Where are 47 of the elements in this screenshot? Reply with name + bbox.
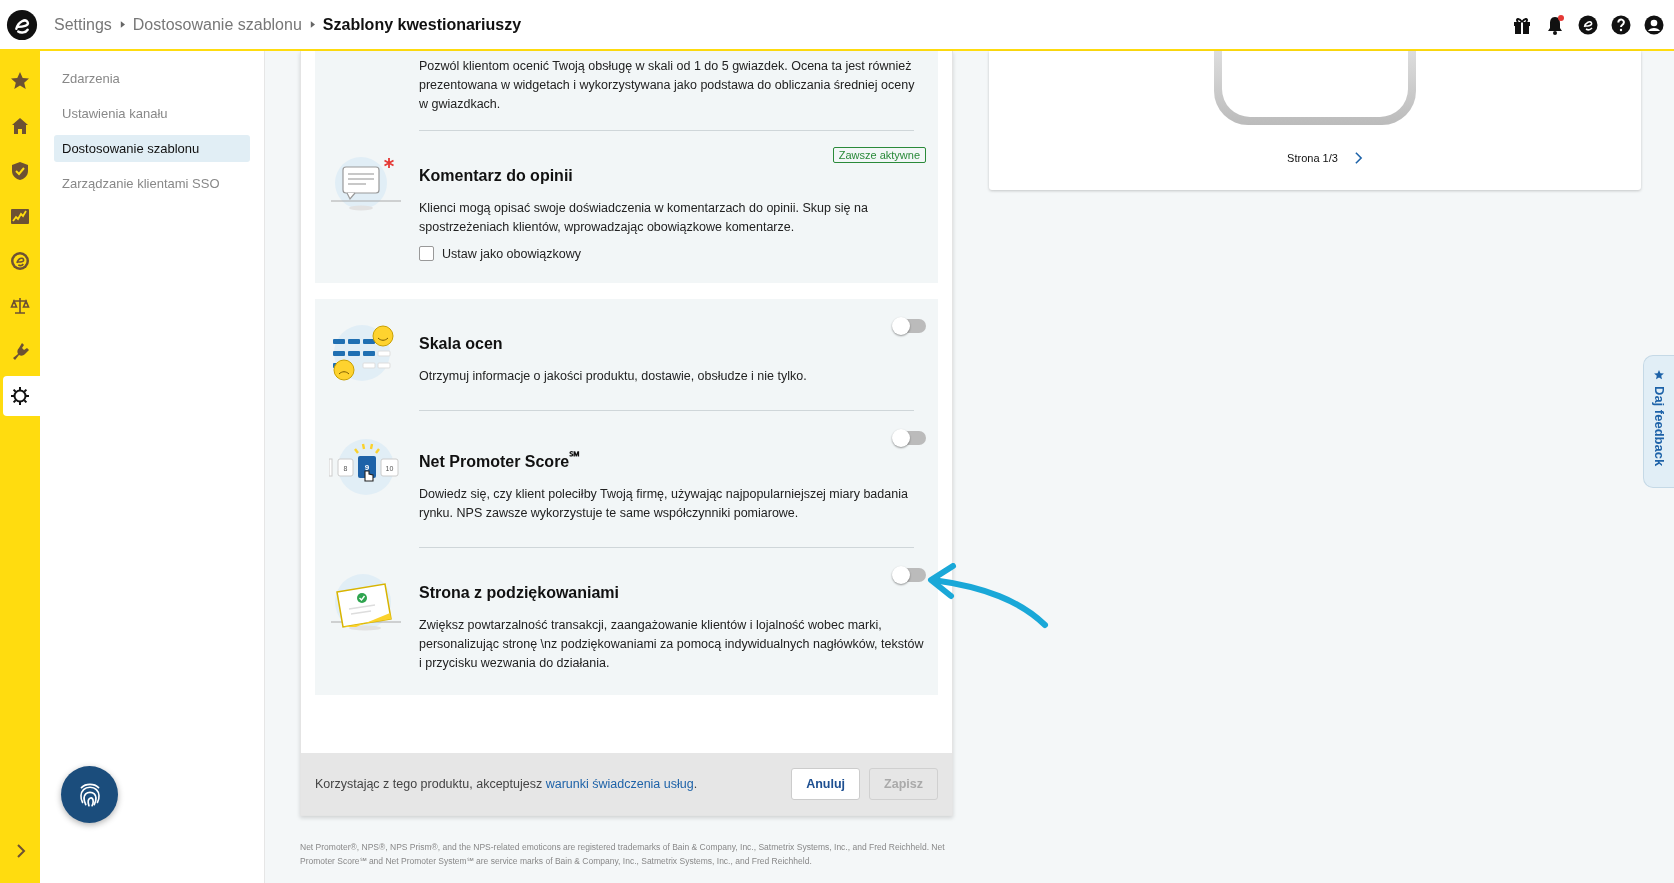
logo-icon[interactable] (6, 8, 38, 41)
status-badge: Zawsze aktywne (832, 147, 926, 163)
terms-link[interactable]: warunki świadczenia usług (545, 777, 694, 791)
scales-icon (10, 296, 30, 316)
feedback-label: Daj feedback (1651, 386, 1667, 467)
side-nav-item[interactable]: Zarządzanie klientami SSO (54, 170, 250, 197)
settings-icon (10, 386, 30, 406)
page-indicator: Strona 1/3 (1287, 152, 1338, 164)
chart-icon (10, 206, 30, 226)
feature-title: Net Promoter Score$^{℠}$ (419, 448, 581, 472)
home-icon (10, 116, 30, 136)
side-nav-item[interactable]: Dostosowanie szablonu (54, 135, 250, 162)
bell-icon[interactable] (1545, 14, 1565, 35)
shield-check-icon (10, 161, 30, 181)
description-text: Pozwól klientom ocenić Twoją obsługę w skali od 1 do 5 gwiazdek. Ocena ta jest również prezentowana w widgetach i wykorzystywana jako podstawa do obliczania średniej oceny w gwiazdkach. (419, 58, 916, 113)
rail-item[interactable] (3, 376, 40, 416)
description-text: Dowiedz się, czy klient poleciłby Twoją firmę, używając najpopularniejszej miary badania rynku. NPS zawsze wykorzystuje te same współczynniki pomiarowe. (419, 486, 909, 523)
side-nav-item[interactable]: Zdarzenia (54, 65, 250, 92)
breadcrumb-separator-icon (119, 21, 125, 28)
expand-chevron-icon[interactable] (15, 843, 27, 859)
side-nav-item[interactable]: Ustawienia kanału (54, 100, 250, 127)
feature-title: Strona z podziękowaniami (419, 584, 620, 603)
toggle-switch[interactable] (894, 568, 926, 583)
star-icon (1654, 370, 1664, 380)
toggle-switch[interactable] (894, 319, 926, 333)
logo-icon (10, 251, 30, 271)
star-icon (10, 71, 30, 91)
help-icon[interactable] (1611, 14, 1631, 35)
account-icon[interactable] (1644, 14, 1664, 35)
description-text: Zwiększ powtarzalność transakcji, zaangażowanie klientów i lojalność wobec marki, personalizując stronę \nz podziękowaniami za pomocą indywidualnych nagłówków, tekstów i przycisku wezwania do działania. (419, 617, 925, 673)
checkbox-label: Ustaw jako obowiązkowy (442, 246, 581, 261)
description-text: Otrzymuj informacje o jakości produktu, dostawie, obsłudze i nie tylko. (419, 368, 808, 385)
feature-title: Skala ocen (419, 335, 503, 353)
legal-text: Net Promoter®, NPS®, NPS Prism®, and the NPS-related emoticons are registered trademarks of Bain & Company, Inc., Satmetrix Systems, Inc., and Fred Reichheld. Net Promoter Score℠ and Net Promoter System℠ are service marks of Bain & Company, Inc., Satmetrix Systems, Inc., and Fred Reichheld. (300, 841, 946, 868)
section-title: Komentarz do opinii (419, 167, 573, 185)
cancel-button[interactable]: Anuluj (791, 768, 861, 800)
checkbox[interactable] (419, 246, 434, 261)
breadcrumb-separator-icon (309, 21, 315, 28)
fingerprint-button[interactable] (61, 766, 118, 823)
breadcrumb-link[interactable]: Dostosowanie szablonu (132, 15, 302, 34)
description-text: Klienci mogą opisać swoje doświadczenia w komentarzach do opinii. Skup się na spostrzeżeniach klientów, wprowadzając obowiązkowe komentarze. (419, 200, 869, 236)
breadcrumb-link[interactable]: Settings (54, 15, 112, 34)
next-page-icon[interactable] (1353, 151, 1363, 165)
terms-text: Korzystając z tego produktu, akceptujesz warunki świadczenia usług. (315, 777, 698, 791)
feedback-tab[interactable]: Daj feedback (1643, 355, 1674, 488)
logo-icon[interactable] (1578, 14, 1598, 35)
toggle-switch[interactable] (894, 431, 926, 445)
